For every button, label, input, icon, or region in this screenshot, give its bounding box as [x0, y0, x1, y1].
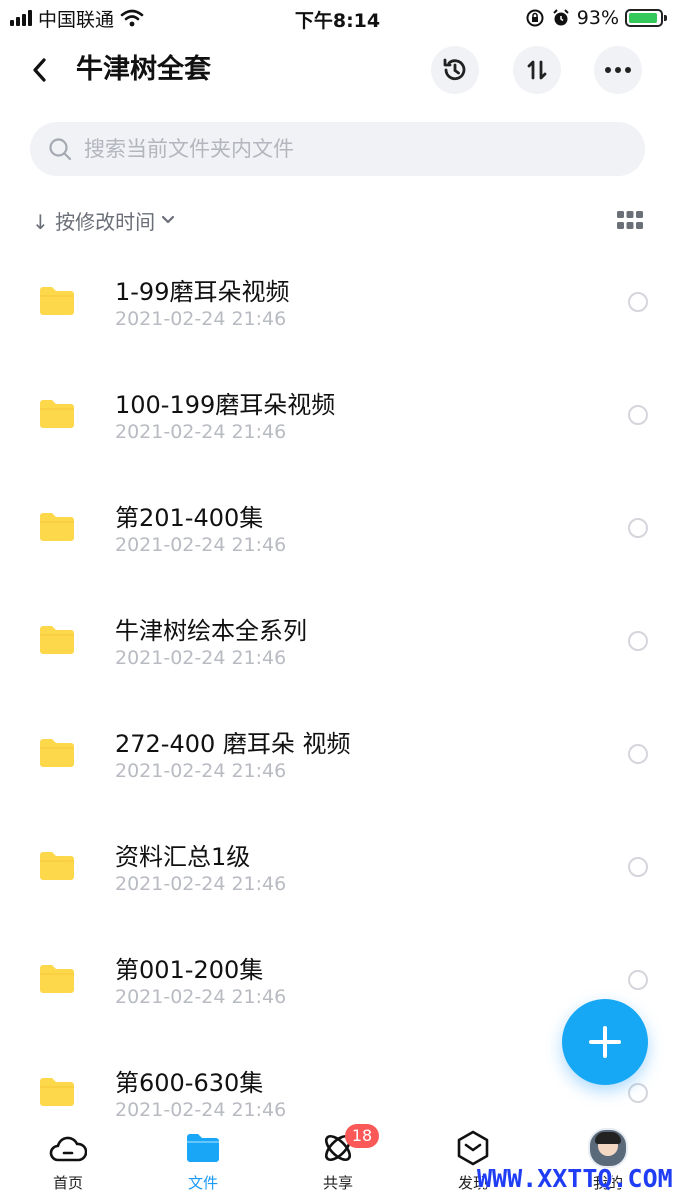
search-input[interactable] [82, 136, 606, 162]
chevron-left-icon [33, 58, 46, 82]
list-item[interactable]: 272-400 磨耳朵 视频 2021-02-24 21:46 [0, 696, 675, 809]
folder-icon [40, 1078, 74, 1106]
file-date: 2021-02-24 21:46 [115, 1099, 287, 1121]
folder-icon [40, 513, 74, 541]
folder-icon [40, 739, 74, 767]
plus-icon [589, 1026, 621, 1058]
transfer-button[interactable] [513, 46, 561, 94]
more-button[interactable] [594, 46, 642, 94]
battery-percent: 93% [576, 7, 619, 29]
list-item[interactable]: 100-199磨耳朵视频 2021-02-24 21:46 [0, 357, 675, 470]
cloud-icon [49, 1136, 87, 1162]
transfer-icon [527, 60, 547, 80]
history-icon [443, 58, 466, 81]
notification-badge: 18 [345, 1124, 379, 1148]
back-button[interactable] [22, 52, 58, 88]
tab-home[interactable]: 首页 [13, 1130, 123, 1193]
file-name: 100-199磨耳朵视频 [115, 391, 336, 419]
chevron-down-icon [162, 215, 175, 224]
list-item[interactable]: 第201-400集 2021-02-24 21:46 [0, 470, 675, 583]
tab-files[interactable]: 文件 [148, 1130, 258, 1193]
file-name: 牛津树绘本全系列 [115, 617, 307, 645]
list-item[interactable]: 牛津树绘本全系列 2021-02-24 21:46 [0, 583, 675, 696]
battery-icon [625, 9, 667, 27]
select-checkbox[interactable] [628, 857, 648, 877]
tab-label: 共享 [322, 1174, 353, 1192]
file-date: 2021-02-24 21:46 [115, 986, 287, 1008]
search-icon [49, 138, 72, 161]
file-date: 2021-02-24 21:46 [115, 647, 287, 669]
tab-share[interactable]: 共享 18 [283, 1124, 393, 1193]
select-checkbox[interactable] [628, 744, 648, 764]
history-button[interactable] [431, 46, 479, 94]
status-bar: 中国联通 下午8:14 93% [0, 0, 675, 36]
file-date: 2021-02-24 21:46 [115, 421, 287, 443]
avatar [588, 1128, 628, 1168]
tab-label: 首页 [52, 1174, 83, 1192]
page-title: 牛津树全套 [76, 54, 211, 85]
add-button[interactable] [562, 999, 648, 1085]
folder-icon [40, 626, 74, 654]
select-checkbox[interactable] [628, 1083, 648, 1103]
file-date: 2021-02-24 21:46 [115, 534, 287, 556]
list-item[interactable]: 1-99磨耳朵视频 2021-02-24 21:46 [0, 244, 675, 357]
header: 牛津树全套 [0, 40, 675, 100]
select-checkbox[interactable] [628, 631, 648, 651]
file-date: 2021-02-24 21:46 [115, 308, 287, 330]
file-name: 1-99磨耳朵视频 [115, 278, 290, 306]
more-icon [605, 67, 631, 73]
file-date: 2021-02-24 21:46 [115, 873, 287, 895]
tab-label: 文件 [187, 1174, 218, 1192]
file-name: 第201-400集 [115, 504, 264, 532]
sort-selector[interactable]: ↓ 按修改时间 [32, 204, 175, 236]
folder-icon [40, 965, 74, 993]
folder-icon [40, 852, 74, 880]
discover-icon [457, 1130, 489, 1166]
file-date: 2021-02-24 21:46 [115, 760, 287, 782]
select-checkbox[interactable] [628, 292, 648, 312]
file-name: 第600-630集 [115, 1069, 264, 1097]
select-checkbox[interactable] [628, 970, 648, 990]
list-item[interactable]: 资料汇总1级 2021-02-24 21:46 [0, 809, 675, 922]
alarm-icon [553, 9, 569, 26]
folder-icon [40, 287, 74, 315]
folder-icon [187, 1134, 219, 1162]
sort-label: ↓ 按修改时间 [32, 209, 156, 234]
orientation-lock-icon [526, 9, 544, 27]
select-checkbox[interactable] [628, 518, 648, 538]
file-name: 第001-200集 [115, 956, 264, 984]
file-name: 272-400 磨耳朵 视频 [115, 730, 351, 758]
file-name: 资料汇总1级 [115, 843, 251, 871]
watermark: WWW.XXTTQ.COM [477, 1164, 673, 1193]
folder-icon [40, 400, 74, 428]
search-bar[interactable] [30, 122, 645, 176]
select-checkbox[interactable] [628, 405, 648, 425]
grid-view-icon[interactable] [617, 210, 643, 232]
